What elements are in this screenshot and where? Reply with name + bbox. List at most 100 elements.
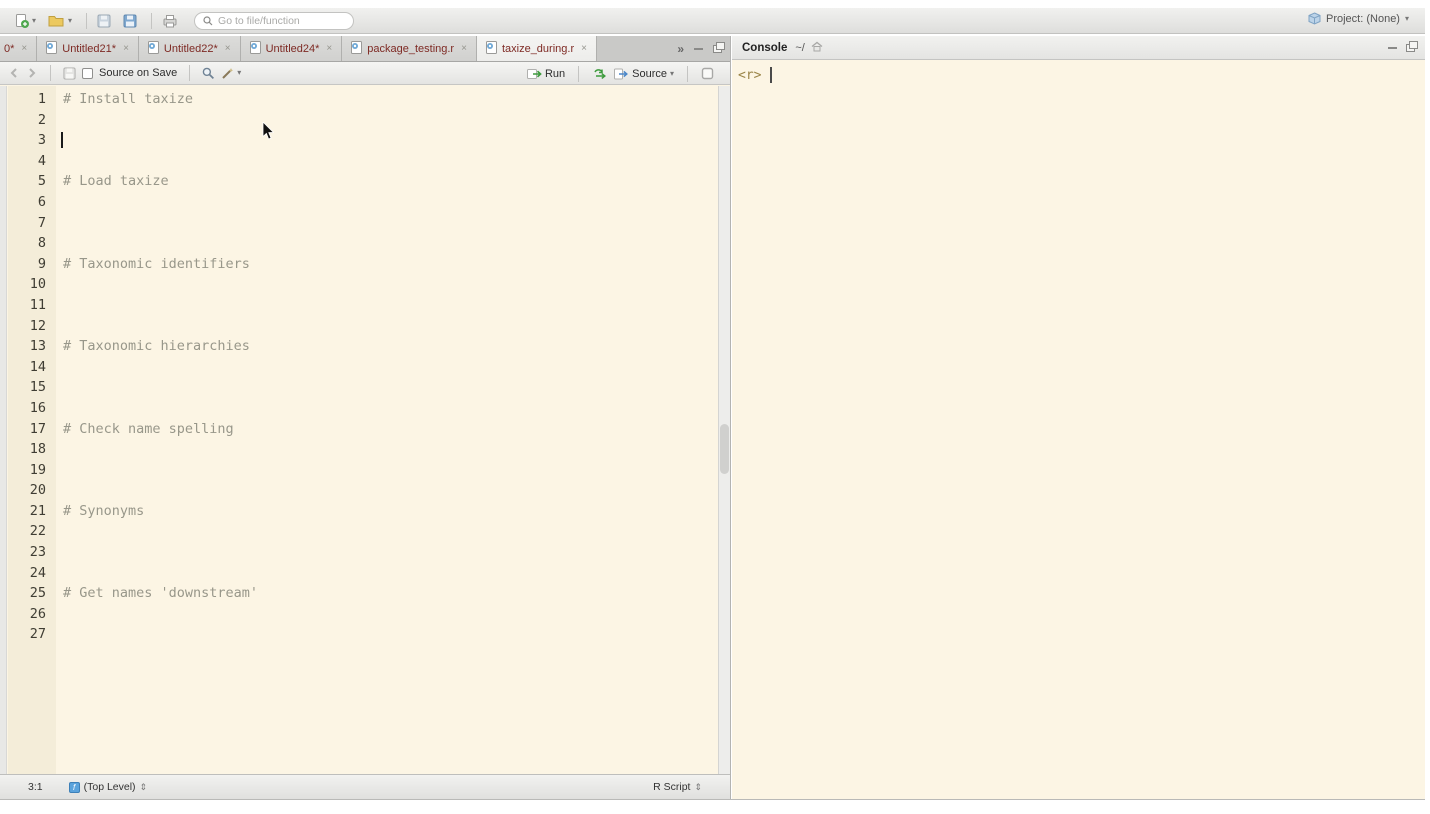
text-caret [61,132,63,148]
document-outline-button[interactable] [701,67,714,80]
code-line [56,624,718,645]
line-number: 20 [8,480,56,501]
new-file-icon [14,13,30,29]
code-line [56,542,718,563]
code-comment: # Taxonomic identifiers [63,256,250,272]
tab-close-button[interactable]: × [123,43,129,54]
chevron-down-icon: ▾ [670,70,674,78]
save-button[interactable] [93,12,115,30]
code-line [56,151,718,172]
minimize-pane-icon[interactable] [694,48,703,50]
tab-close-button[interactable]: × [581,43,587,54]
console[interactable]: <r> [732,61,1425,799]
code-line [56,295,718,316]
line-number: 18 [8,439,56,460]
line-number: 26 [8,604,56,625]
rerun-button[interactable] [592,68,607,80]
tab-close-button[interactable]: × [225,43,231,54]
code-line [56,357,718,378]
editor-status-bar: 3:1 f (Top Level) ⇕ R Script ⇕ [0,774,730,799]
search-icon [203,16,213,26]
search-icon [202,67,215,80]
folder-icon [48,14,66,28]
source-button[interactable]: Source ▾ [614,68,674,80]
updown-icon: ⇕ [694,782,702,793]
code-line [56,274,718,295]
code-line [56,316,718,337]
editor-tab[interactable]: taxize_during.r × [477,36,597,61]
project-cube-icon [1308,12,1321,25]
editor-tab[interactable]: 0* × [0,36,37,61]
tab-label: taxize_during.r [502,43,574,55]
save-all-icon [123,14,137,28]
scrollbar-thumb[interactable] [720,424,729,474]
code-comment: # Taxonomic hierarchies [63,338,250,354]
editor-code[interactable]: # Install taxize # Load taxize # Taxonomic… [56,86,718,774]
code-editor[interactable]: 1234567891011121314151617181920212223242… [0,86,730,774]
find-replace-button[interactable] [202,67,215,80]
line-number: 3 [8,130,56,151]
line-number: 7 [8,213,56,234]
maximize-pane-icon[interactable] [713,45,722,53]
code-tools-button[interactable]: ▾ [221,67,241,80]
code-line: # Install taxize [56,89,718,110]
nav-forward-button[interactable] [26,67,38,79]
line-number: 27 [8,624,56,645]
scope-selector[interactable]: f (Top Level) ⇕ [69,781,148,793]
tab-close-button[interactable]: × [461,43,467,54]
new-file-button[interactable]: ▾ [10,11,40,31]
editor-gutter: 1234567891011121314151617181920212223242… [8,86,56,774]
goto-file-input[interactable] [218,15,338,27]
chevron-down-icon: ▾ [1405,15,1409,23]
code-line [56,130,718,151]
magic-wand-icon [221,67,234,80]
code-line: # Taxonomic identifiers [56,254,718,275]
nav-back-button[interactable] [8,67,20,79]
toolbar-divider [687,66,688,82]
tab-overflow-button[interactable]: » [677,42,684,56]
line-number: 12 [8,316,56,337]
open-file-button[interactable]: ▾ [44,12,76,30]
toolbar-divider [50,65,51,81]
code-comment: # Get names 'downstream' [63,585,258,601]
tab-close-button[interactable]: × [21,43,27,54]
tabbar-controls: » [677,36,722,62]
save-icon [97,14,111,28]
line-number: 23 [8,542,56,563]
save-all-button[interactable] [119,12,141,30]
r-script-file-icon [46,41,57,57]
editor-tab[interactable]: Untitled24* × [241,36,343,61]
editor-vertical-scrollbar[interactable] [718,86,730,774]
working-directory-icon[interactable] [811,39,823,57]
code-line [56,604,718,625]
source-on-save-checkbox[interactable] [82,68,93,79]
code-line [56,460,718,481]
rstudio-window: ▾ ▾ [0,0,1430,814]
editor-tab[interactable]: Untitled21* × [37,36,139,61]
project-selector[interactable]: Project: (None) ▾ [1308,12,1409,25]
back-arrow-icon [8,67,20,79]
run-button[interactable]: Run [527,68,565,80]
print-button[interactable] [158,12,182,30]
minimize-pane-icon[interactable] [1388,47,1397,49]
console-header: Console ~/ [732,36,1425,60]
code-line: # Synonyms [56,501,718,522]
code-line [56,110,718,131]
run-icon [527,68,542,80]
console-caret [770,67,772,83]
tab-label: Untitled21* [62,43,116,55]
editor-tab[interactable]: package_testing.r × [342,36,477,61]
toolbar-divider [86,13,87,29]
line-number: 24 [8,563,56,584]
tab-close-button[interactable]: × [326,43,332,54]
file-type-selector[interactable]: R Script ⇕ [653,781,702,793]
code-line: # Load taxize [56,171,718,192]
goto-file-search[interactable] [194,12,354,30]
editor-tabs: 0* × Untitled21* × Untitled22* × [0,36,730,62]
line-number: 2 [8,110,56,131]
code-comment: # Load taxize [63,173,169,189]
editor-tab[interactable]: Untitled22* × [139,36,241,61]
maximize-pane-icon[interactable] [1406,44,1415,52]
save-document-button[interactable] [63,67,76,80]
source-on-save-label: Source on Save [99,67,177,79]
